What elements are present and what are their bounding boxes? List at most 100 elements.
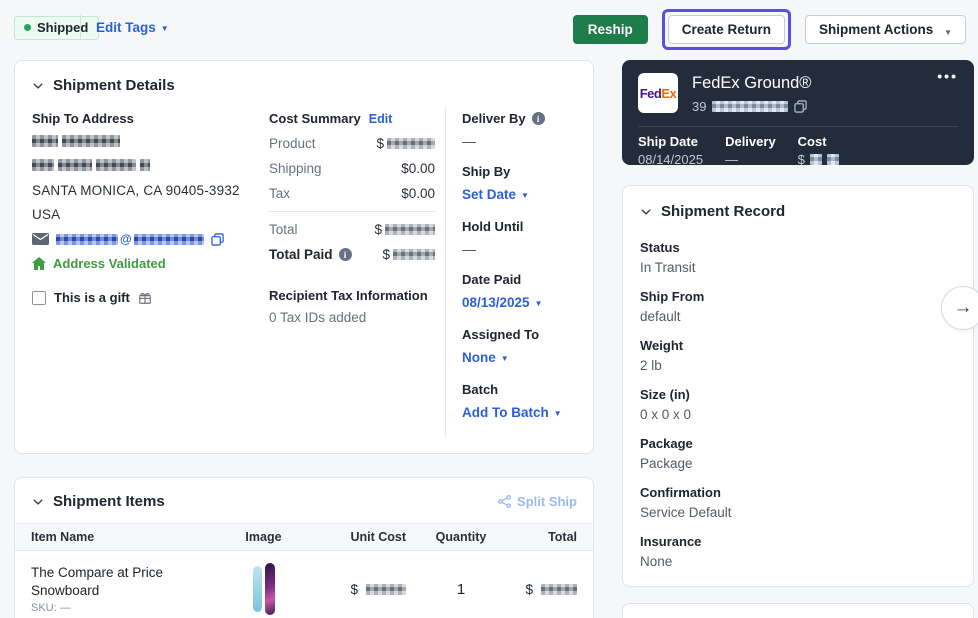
cost-summary-label: Cost Summary — [269, 111, 361, 126]
tax-ids-count: 0 Tax IDs added — [269, 310, 435, 325]
col-total: Total — [516, 530, 577, 544]
edit-tags-label: Edit Tags — [96, 20, 156, 35]
shipment-detail-page: Shipped Edit Tags ▼ Reship Create Return… — [0, 0, 978, 618]
shipping-value: $0.00 — [401, 161, 435, 176]
assigned-to-dropdown[interactable]: None▼ — [462, 350, 509, 365]
product-value-redacted: $ — [376, 136, 435, 151]
details-column-divider — [445, 107, 446, 437]
gift-label: This is a gift — [54, 290, 130, 305]
batch-label: Batch — [462, 382, 592, 397]
col-unit-cost: Unit Cost — [306, 530, 406, 544]
weight-label: Weight — [640, 338, 957, 353]
chevron-down-icon[interactable] — [640, 206, 652, 218]
shipment-details-title: Shipment Details — [53, 77, 175, 94]
caret-down-icon: ▼ — [501, 355, 509, 363]
expand-panel-arrow-button[interactable]: → — [941, 286, 978, 330]
split-ship-label: Split Ship — [517, 494, 577, 509]
assigned-to-label: Assigned To — [462, 327, 592, 342]
tracking-number-redacted — [712, 101, 788, 112]
create-return-button[interactable]: Create Return — [668, 15, 785, 44]
set-date-dropdown[interactable]: Set Date▼ — [462, 187, 529, 202]
chevron-down-icon[interactable] — [32, 80, 44, 92]
ship-from-value: default — [640, 309, 957, 324]
home-icon — [32, 257, 46, 270]
shipment-details-panel: Shipment Details Ship To Address SANTA M… — [14, 60, 594, 454]
envelope-icon — [32, 233, 49, 245]
shipping-label: Shipping — [269, 161, 322, 176]
date-paid-dropdown[interactable]: 08/13/2025▼ — [462, 295, 543, 310]
split-ship-icon — [498, 495, 511, 508]
package-label: Package — [640, 436, 957, 451]
city-state-zip: SANTA MONICA, CA 90405-3932 — [32, 183, 258, 198]
shipment-actions-button[interactable]: Shipment Actions ▼ — [805, 15, 966, 44]
size-value: 0 x 0 x 0 — [640, 407, 957, 422]
gift-checkbox[interactable] — [32, 291, 46, 305]
item-row: The Compare at Price Snowboard SKU: — $ … — [15, 551, 593, 618]
caret-down-icon: ▼ — [554, 410, 562, 418]
size-label: Size (in) — [640, 387, 957, 402]
carrier-card: FedEx FedEx Ground® 39 ••• Ship Date 08/… — [622, 60, 974, 165]
items-table-header: Item Name Image Unit Cost Quantity Total — [15, 523, 593, 551]
add-to-batch-dropdown[interactable]: Add To Batch▼ — [462, 405, 562, 420]
shipment-items-title: Shipment Items — [53, 493, 165, 510]
cost-summary-edit-link[interactable]: Edit — [369, 112, 393, 126]
cost-value-redacted: $ — [798, 152, 839, 167]
shipment-record-panel: Shipment Record StatusIn Transit Ship Fr… — [622, 185, 974, 587]
hold-until-value: — — [462, 241, 592, 257]
info-icon[interactable]: i — [532, 112, 545, 125]
ship-to-address-label: Ship To Address — [32, 111, 258, 126]
street-address-redacted — [32, 159, 258, 174]
item-sku: SKU: — — [31, 602, 221, 614]
insurance-label: Insurance — [640, 534, 957, 549]
col-quantity: Quantity — [406, 530, 516, 544]
status-dot-icon — [24, 24, 31, 31]
product-image — [253, 563, 275, 615]
split-ship-button[interactable]: Split Ship — [498, 494, 577, 509]
date-paid-label: Date Paid — [462, 272, 592, 287]
recipient-tax-info-label: Recipient Tax Information — [269, 288, 435, 303]
status-label: Status — [640, 240, 957, 255]
reship-button[interactable]: Reship — [573, 15, 648, 44]
item-name-line1: The Compare at Price — [31, 565, 221, 580]
shipment-items-panel: Shipment Items Split Ship Item Name Imag… — [14, 477, 594, 618]
item-total-redacted: $ — [516, 582, 577, 597]
total-paid-label: Total Paid — [269, 247, 333, 262]
ship-date-label: Ship Date — [638, 134, 703, 149]
copy-icon[interactable] — [211, 233, 224, 246]
copy-icon[interactable] — [794, 100, 807, 113]
arrow-right-icon: → — [954, 297, 973, 319]
tracking-number-prefix: 39 — [692, 99, 706, 114]
info-icon[interactable]: i — [339, 248, 352, 261]
more-menu-button[interactable]: ••• — [937, 68, 958, 84]
edit-tags-button[interactable]: Edit Tags ▼ — [96, 20, 169, 35]
caret-down-icon: ▼ — [535, 300, 543, 308]
gift-icon — [138, 291, 152, 305]
item-name-line2: Snowboard — [31, 583, 221, 598]
email-redacted[interactable]: @ — [56, 232, 204, 246]
col-item-name: Item Name — [31, 530, 221, 544]
weight-value: 2 lb — [640, 358, 957, 373]
address-validated-label: Address Validated — [53, 256, 166, 271]
item-quantity: 1 — [406, 581, 516, 598]
tax-label: Tax — [269, 186, 290, 201]
caret-down-icon: ▼ — [161, 25, 169, 33]
delivery-value: — — [725, 152, 776, 167]
product-label: Product — [269, 136, 316, 151]
deliver-by-label: Deliver By — [462, 111, 526, 126]
confirmation-value: Service Default — [640, 505, 957, 520]
item-unit-cost-redacted: $ — [306, 582, 406, 597]
cost-summary-divider — [269, 211, 435, 212]
caret-down-icon: ▼ — [944, 28, 952, 37]
status-value: In Transit — [640, 260, 957, 275]
annotation-highlight-box: Create Return — [662, 9, 791, 50]
chevron-down-icon[interactable] — [32, 496, 44, 508]
fedex-logo: FedEx — [638, 73, 678, 113]
confirmation-label: Confirmation — [640, 485, 957, 500]
tax-value: $0.00 — [401, 186, 435, 201]
carrier-service-name: FedEx Ground® — [692, 74, 811, 93]
status-badge: Shipped — [14, 16, 99, 40]
col-image: Image — [221, 530, 306, 544]
shipment-actions-label: Shipment Actions — [819, 22, 933, 37]
recipient-name-redacted — [32, 135, 258, 150]
deliver-by-value: — — [462, 133, 592, 149]
